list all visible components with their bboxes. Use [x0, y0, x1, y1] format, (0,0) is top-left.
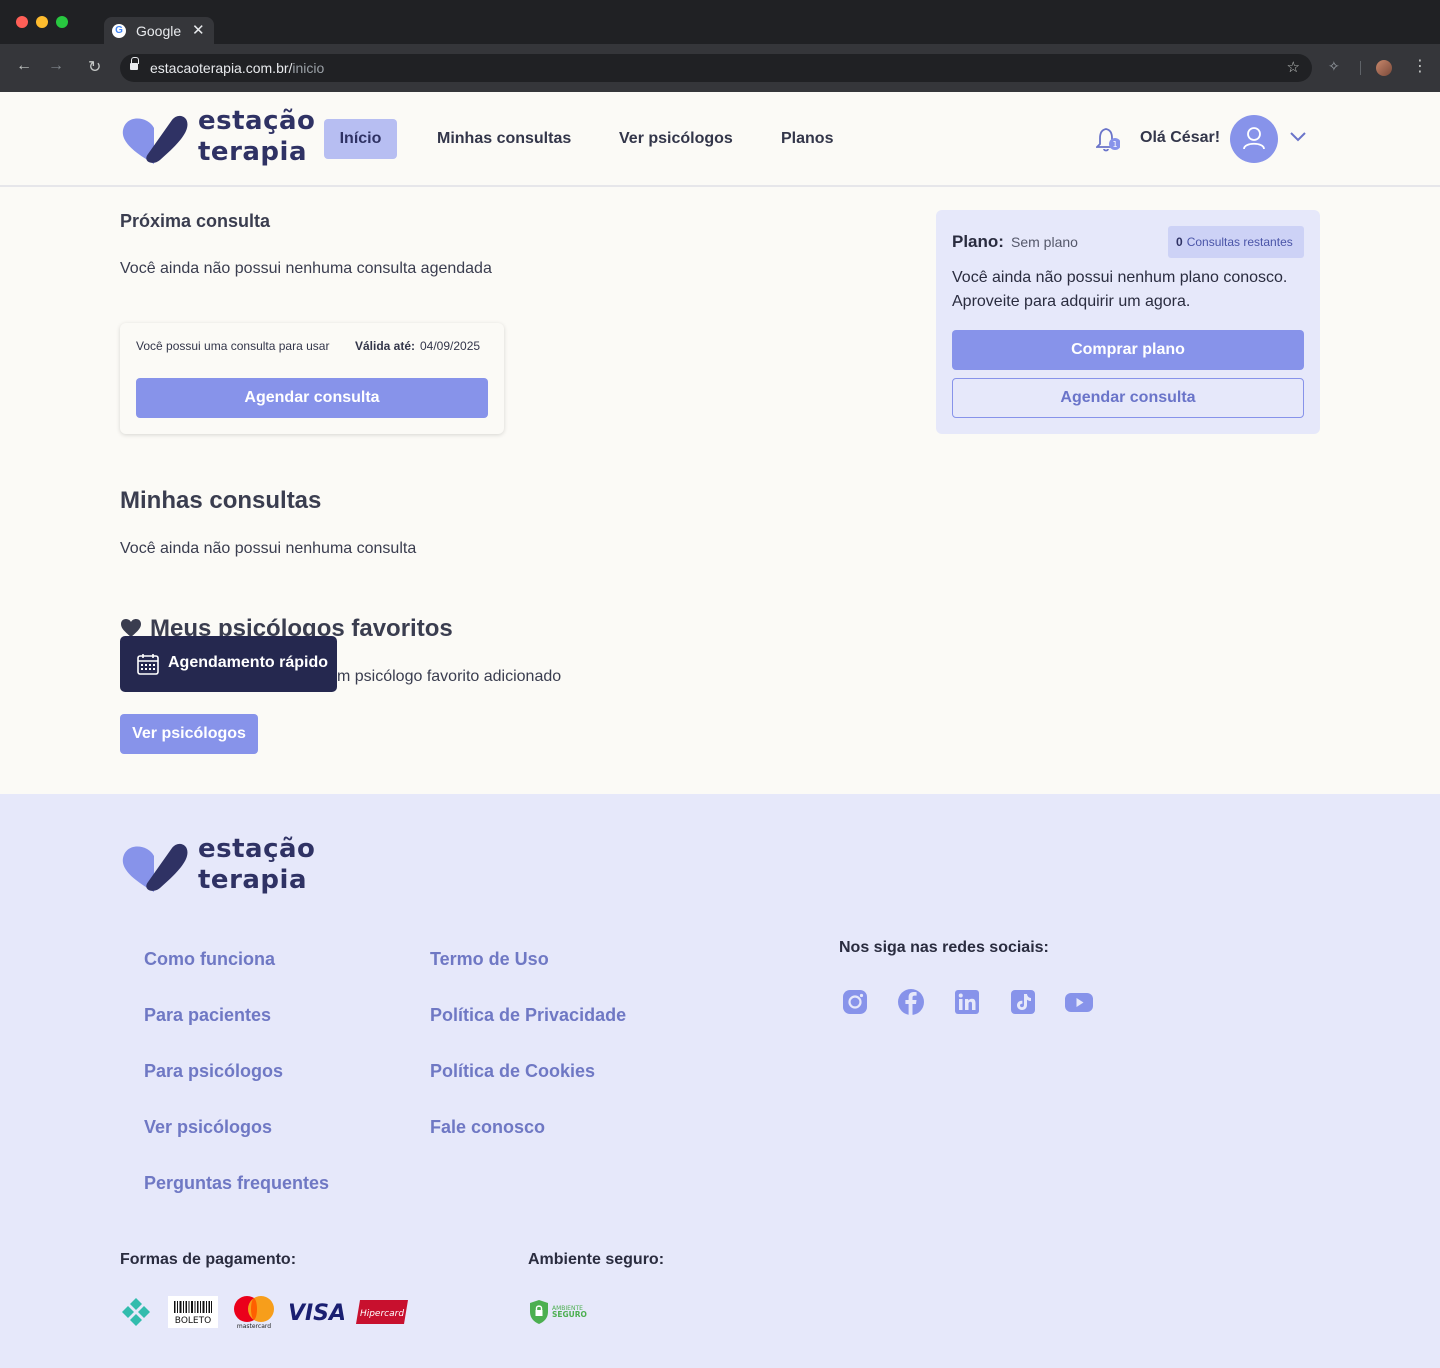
next-consult-empty-text: Você ainda não possui nenhuma consulta a… [120, 260, 492, 277]
user-icon [1243, 127, 1265, 150]
mastercard-label: mastercard [237, 1323, 271, 1330]
footer-link-para-pacientes[interactable]: Para pacientes [144, 1005, 271, 1026]
notification-bell-icon[interactable]: 1 [1096, 126, 1120, 154]
user-avatar[interactable] [1230, 115, 1278, 163]
footer-link-termo-de-uso[interactable]: Termo de Uso [430, 949, 549, 970]
plan-schedule-consult-button[interactable]: Agendar consulta [952, 378, 1304, 418]
visa-icon: VISA [290, 1301, 344, 1324]
heart-logo-icon [122, 843, 188, 892]
plan-label: Plano: [952, 232, 1004, 251]
card-credit-text: Você possui uma consulta para usar [136, 339, 330, 353]
tab-close-icon[interactable]: ✕ [192, 21, 205, 39]
remaining-consults-badge: 0 Consultas restantes [1168, 226, 1304, 258]
nav-ver-psicologos[interactable]: Ver psicólogos [619, 119, 733, 159]
toolbar-divider [1360, 61, 1361, 75]
see-psychologists-button[interactable]: Ver psicólogos [120, 714, 258, 754]
my-consults-empty-text: Você ainda não possui nenhuma consulta [120, 540, 417, 557]
footer-link-perguntas-frequentes[interactable]: Perguntas frequentes [144, 1173, 329, 1194]
next-consult-title: Próxima consulta [120, 211, 271, 231]
reload-icon[interactable]: ↻ [88, 57, 101, 77]
tiktok-icon[interactable] [1009, 988, 1037, 1016]
forward-arrow-icon[interactable]: → [48, 57, 64, 75]
minimize-window-button[interactable] [36, 16, 48, 28]
back-arrow-icon[interactable]: ← [16, 57, 32, 75]
profile-avatar-icon[interactable] [1376, 60, 1392, 76]
user-greeting: Olá César! [1140, 129, 1221, 146]
my-consults-title: Minhas consultas [120, 487, 322, 514]
footer-logo[interactable]: estação terapia [120, 834, 315, 896]
footer-link-politica-cookies[interactable]: Política de Cookies [430, 1061, 595, 1082]
secure-badge-line2: SEGURO [552, 1310, 587, 1319]
plan-description: Você ainda não possui nenhum plano conos… [952, 269, 1288, 310]
secure-environment-badge-icon: AMBIENTE SEGURO [530, 1300, 587, 1324]
quick-schedule-label: Agendamento rápido [168, 654, 329, 671]
nav-planos[interactable]: Planos [781, 119, 833, 159]
social-heading: Nos siga nas redes sociais: [839, 939, 1049, 956]
extensions-puzzle-icon[interactable]: ✧ [1328, 58, 1340, 75]
footer-link-ver-psicologos[interactable]: Ver psicólogos [144, 1117, 272, 1138]
tab-title: Google [136, 23, 182, 39]
nav-inicio[interactable]: Início [324, 119, 397, 159]
plan-value: Sem plano [1011, 234, 1078, 250]
heart-icon [121, 619, 141, 637]
facebook-icon[interactable] [897, 988, 925, 1016]
pix-icon [122, 1298, 150, 1326]
card-valid-label: Válida até: [355, 339, 416, 353]
nav-minhas-consultas[interactable]: Minhas consultas [437, 119, 571, 159]
footer-link-fale-conosco[interactable]: Fale conosco [430, 1117, 545, 1138]
quick-schedule-button[interactable]: Agendamento rápido [120, 636, 337, 692]
close-window-button[interactable] [16, 16, 28, 28]
site-logo[interactable]: estação terapia [120, 106, 315, 168]
secure-heading: Ambiente seguro: [528, 1251, 665, 1268]
browser-toolbar: ← → ↻ estacaoterapia.com.br/inicio ☆ ✧ ⋮ [0, 44, 1440, 92]
logo-wordmark: estação terapia [198, 106, 316, 167]
hipercard-label: Hipercard [360, 1309, 404, 1319]
plan-panel: Plano: Sem plano 0 Consultas restantes Vo… [936, 210, 1320, 434]
mastercard-icon: mastercard [234, 1296, 274, 1330]
instagram-icon[interactable] [841, 988, 869, 1016]
chevron-down-icon[interactable] [1290, 130, 1306, 142]
payment-heading: Formas de pagamento: [120, 1251, 297, 1268]
favorites-empty-text: m psicólogo favorito adicionado [337, 668, 562, 685]
linkedin-icon[interactable] [953, 988, 981, 1016]
footer-link-politica-privacidade[interactable]: Política de Privacidade [430, 1005, 626, 1026]
youtube-icon[interactable] [1064, 988, 1094, 1016]
site-footer: estação terapia Como funciona Para pacie… [0, 794, 1440, 1368]
visa-label: VISA [290, 1301, 344, 1324]
maximize-window-button[interactable] [56, 16, 68, 28]
logo-wordmark: estação terapia [198, 834, 316, 895]
heart-logo-icon [122, 115, 188, 164]
card-valid-date: 04/09/2025 [420, 339, 481, 353]
lock-icon [130, 57, 139, 70]
browser-titlebar: G Google ✕ [0, 0, 1440, 44]
boleto-icon: BOLETO [168, 1296, 218, 1328]
browser-tab[interactable]: G Google ✕ [104, 17, 214, 44]
url-text: estacaoterapia.com.br/inicio [150, 60, 325, 76]
consult-credit-card: Você possui uma consulta para usar Válid… [120, 323, 504, 434]
calendar-icon [137, 654, 159, 675]
boleto-label: BOLETO [175, 1316, 211, 1326]
address-bar[interactable]: estacaoterapia.com.br/inicio ☆ [120, 54, 1312, 82]
footer-link-como-funciona[interactable]: Como funciona [144, 949, 275, 970]
site-header: estação terapia Início Minhas consultas … [0, 92, 1440, 187]
hipercard-icon: Hipercard [356, 1300, 408, 1324]
buy-plan-button[interactable]: Comprar plano [952, 330, 1304, 370]
kebab-menu-icon[interactable]: ⋮ [1412, 56, 1428, 76]
footer-link-para-psicologos[interactable]: Para psicólogos [144, 1061, 283, 1082]
bookmark-star-icon[interactable]: ☆ [1287, 58, 1300, 76]
notification-count: 1 [1112, 140, 1117, 149]
google-favicon-icon: G [112, 24, 126, 38]
schedule-consult-button[interactable]: Agendar consulta [136, 378, 488, 418]
